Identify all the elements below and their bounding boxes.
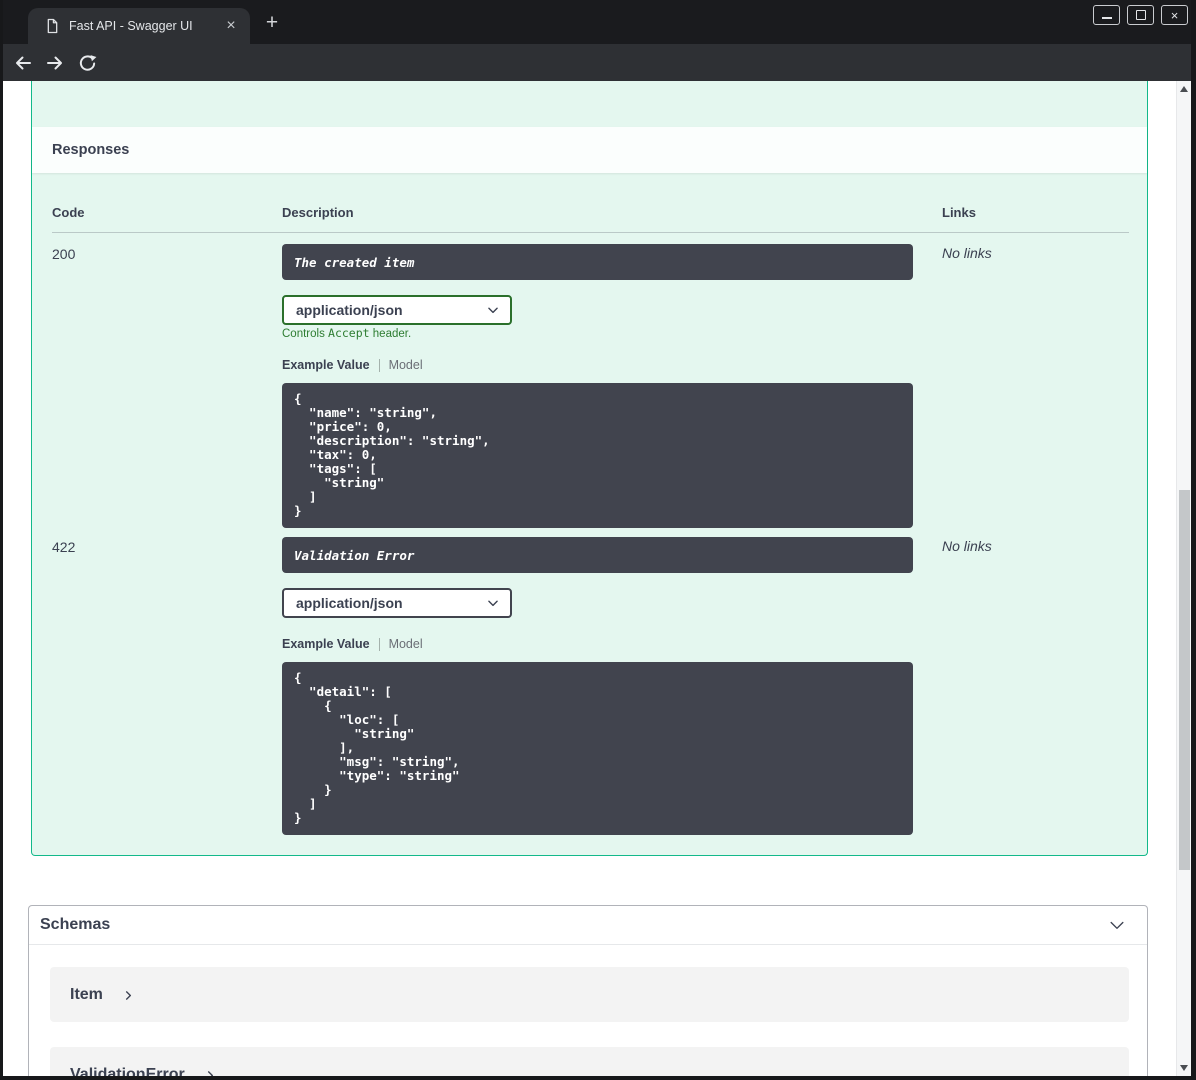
example-json-422: { "detail": [ { "loc": [ "string" ], "ms… bbox=[282, 662, 913, 835]
back-button[interactable] bbox=[12, 52, 34, 74]
schema-item-label: Item bbox=[70, 985, 103, 1003]
response-description-422: Validation Error bbox=[282, 537, 913, 573]
schemas-title: Schemas bbox=[40, 916, 111, 933]
tab-model[interactable]: Model bbox=[389, 637, 423, 651]
column-header-description: Description bbox=[282, 205, 354, 220]
media-type-select-200[interactable]: application/json bbox=[282, 295, 512, 325]
response-code-422: 422 bbox=[52, 539, 76, 555]
tab-separator bbox=[378, 637, 380, 651]
window-border bbox=[1191, 0, 1196, 1080]
maximize-icon bbox=[1135, 10, 1146, 20]
chevron-right-icon bbox=[123, 990, 134, 1001]
tab-close-icon[interactable]: × bbox=[222, 18, 240, 34]
window-border bbox=[0, 1076, 1196, 1080]
example-model-tabs-422: Example Value Model bbox=[282, 637, 423, 651]
example-json-200: { "name": "string", "price": 0, "descrip… bbox=[282, 383, 913, 528]
media-type-select-422[interactable]: application/json bbox=[282, 588, 512, 618]
reload-button[interactable] bbox=[76, 52, 98, 74]
new-tab-button[interactable]: + bbox=[260, 12, 284, 36]
chevron-down-icon[interactable] bbox=[1107, 915, 1127, 940]
scrollbar-thumb[interactable] bbox=[1179, 490, 1190, 870]
column-header-links: Links bbox=[942, 205, 976, 220]
tab-title: Fast API - Swagger UI bbox=[69, 19, 193, 33]
tab-example-value[interactable]: Example Value bbox=[282, 358, 370, 372]
maximize-button[interactable] bbox=[1127, 5, 1154, 25]
scroll-down-arrow[interactable] bbox=[1180, 1065, 1188, 1071]
minimize-button[interactable] bbox=[1093, 5, 1120, 25]
schemas-section: Schemas Item ValidationError bbox=[28, 905, 1148, 1080]
swagger-page: Responses Code Description Links 200 The… bbox=[3, 81, 1191, 1080]
close-button[interactable]: × bbox=[1161, 5, 1188, 25]
table-header-divider bbox=[52, 232, 1129, 233]
minimize-icon bbox=[1101, 16, 1112, 19]
example-model-tabs-200: Example Value Model bbox=[282, 358, 423, 372]
tab-separator bbox=[378, 358, 380, 372]
links-value-422: No links bbox=[942, 538, 992, 554]
responses-title: Responses bbox=[52, 142, 130, 158]
window-border bbox=[0, 0, 3, 1080]
close-icon: × bbox=[1170, 7, 1179, 23]
response-code-200: 200 bbox=[52, 246, 76, 262]
accept-header-note: Controls Accept header. bbox=[282, 326, 412, 340]
window-controls: × bbox=[1093, 5, 1188, 25]
chevron-down-icon bbox=[488, 600, 498, 607]
forward-button[interactable] bbox=[44, 52, 66, 74]
column-header-code: Code bbox=[52, 205, 85, 220]
browser-toolbar: i 127.0.0.1:8000/docs ☆ bbox=[0, 44, 1196, 125]
schemas-header[interactable]: Schemas bbox=[29, 906, 1147, 945]
scroll-up-arrow[interactable] bbox=[1180, 86, 1188, 92]
tab-bar: Fast API - Swagger UI × + × bbox=[0, 0, 1196, 44]
browser-window: Fast API - Swagger UI × + × i 127.0.0.1:… bbox=[0, 0, 1196, 1080]
tab-model[interactable]: Model bbox=[389, 358, 423, 372]
responses-section-header: Responses bbox=[32, 127, 1147, 173]
links-value-200: No links bbox=[942, 245, 992, 261]
document-icon bbox=[46, 18, 59, 34]
vertical-scrollbar[interactable] bbox=[1176, 81, 1191, 1076]
response-description-200: The created item bbox=[282, 244, 913, 280]
tab-example-value[interactable]: Example Value bbox=[282, 637, 370, 651]
post-operation-block: Responses Code Description Links 200 The… bbox=[31, 81, 1148, 856]
schema-item-row[interactable]: Item bbox=[50, 967, 1129, 1022]
browser-tab[interactable]: Fast API - Swagger UI × bbox=[28, 8, 250, 44]
chevron-down-icon bbox=[488, 307, 498, 314]
